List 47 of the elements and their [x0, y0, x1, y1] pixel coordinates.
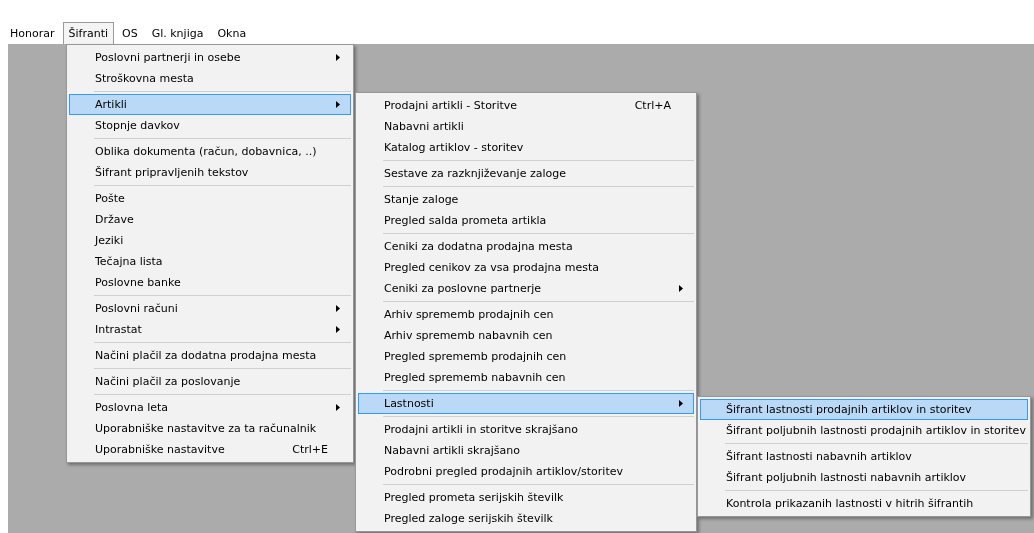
menu-item[interactable]: Katalog artiklov - storitev [358, 137, 694, 158]
menu-item[interactable]: Pregled sprememb prodajnih cen [358, 346, 694, 367]
menu-item[interactable]: Načini plačil za dodatna prodajna mesta [69, 345, 351, 366]
menu-item[interactable]: Kontrola prikazanih lastnosti v hitrih šifrantih [700, 493, 1028, 514]
menu-item[interactable]: Uporabniške nastavitve za ta računalnik [69, 418, 351, 439]
menu-item[interactable]: Šifrant poljubnih lastnosti nabavnih artiklov [700, 467, 1028, 488]
menu-item[interactable]: Tečajna lista [69, 251, 351, 272]
menu-item[interactable]: Stroškovna mesta [69, 68, 351, 89]
menu-item[interactable]: Jeziki [69, 230, 351, 251]
menu-item[interactable]: Šifrant lastnosti prodajnih artiklov in storitev [700, 399, 1028, 420]
menu-bar-item[interactable]: Gl. knjiga [145, 21, 210, 45]
menu-item[interactable]: Šifrant lastnosti nabavnih artiklov [700, 446, 1028, 467]
menu-item[interactable]: Oblika dokumenta (račun, dobavnica, ..) [69, 141, 351, 162]
menu-item[interactable]: Pregled cenikov za vsa prodajna mesta [358, 257, 694, 278]
menu-item[interactable]: Stopnje davkov [69, 115, 351, 136]
menu-item[interactable]: Nabavni artikli [358, 116, 694, 137]
menu-item[interactable]: Šifrant pripravljenih tekstov [69, 162, 351, 183]
menu-item[interactable]: Sestave za razknjiževanje zaloge [358, 163, 694, 184]
menu-item[interactable]: Nabavni artikli skrajšano [358, 440, 694, 461]
menu-item[interactable]: Prodajni artikli in storitve skrajšano [358, 419, 694, 440]
menu-bar-item[interactable]: Okna [211, 21, 253, 45]
menu-item[interactable]: Pregled sprememb nabavnih cen [358, 367, 694, 388]
menu-item[interactable]: Arhiv sprememb prodajnih cen [358, 304, 694, 325]
menu-bar-item[interactable]: Honorar [4, 21, 61, 45]
menu-item[interactable]: Države [69, 209, 351, 230]
menu-item[interactable]: Poslovne banke [69, 272, 351, 293]
menu-item[interactable]: Uporabniške nastavitve Ctrl+E [69, 439, 351, 460]
menu-item[interactable]: Šifrant poljubnih lastnosti prodajnih artiklov in storitev [700, 420, 1028, 441]
menu-item[interactable]: Pregled prometa serijskih številk [358, 487, 694, 508]
menu-item[interactable]: Pregled zaloge serijskih številk [358, 508, 694, 529]
menu-item[interactable]: Ceniki za dodatna prodajna mesta [358, 236, 694, 257]
menu-bar-item[interactable]: Šifranti [62, 21, 114, 45]
menu-item[interactable]: Poslovna leta [69, 397, 351, 418]
menu-item[interactable]: Arhiv sprememb nabavnih cen [358, 325, 694, 346]
menu-item[interactable]: Prodajni artikli - Storitve Ctrl+A [358, 95, 694, 116]
menu-item[interactable]: Intrastat [69, 319, 351, 340]
menu-item[interactable]: Lastnosti [358, 393, 694, 414]
menu-item[interactable]: Podrobni pregled prodajnih artiklov/storitev [358, 461, 694, 482]
menu-item[interactable]: Ceniki za poslovne partnerje [358, 278, 694, 299]
menu-bar-item[interactable]: OS [116, 21, 144, 45]
menu-item[interactable]: Poslovni partnerji in osebe [69, 47, 351, 68]
menu-item[interactable]: Artikli [69, 94, 351, 115]
menu-item[interactable]: Stanje zaloge [358, 189, 694, 210]
menu-item[interactable]: Načini plačil za poslovanje [69, 371, 351, 392]
menu-item[interactable]: Pošte [69, 188, 351, 209]
menu-item[interactable]: Poslovni računi [69, 298, 351, 319]
menu-item[interactable]: Pregled salda prometa artikla [358, 210, 694, 231]
